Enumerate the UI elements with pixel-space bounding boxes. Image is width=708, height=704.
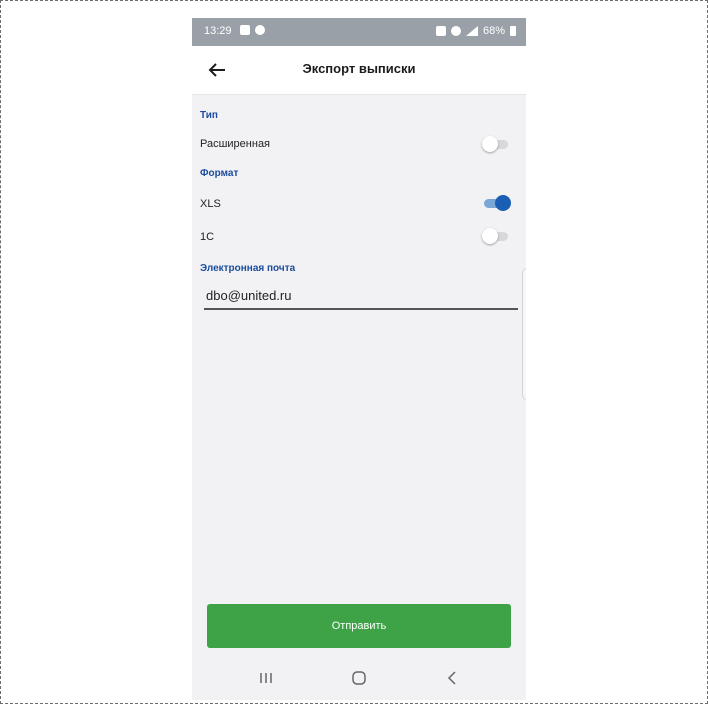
settings-icon: [255, 25, 265, 35]
email-section-label: Электронная почта: [200, 263, 296, 274]
battery-percent: 68%: [482, 25, 505, 37]
onec-toggle[interactable]: [482, 228, 510, 244]
alarm-icon: [435, 26, 446, 36]
signal-icon: [465, 26, 478, 36]
toggle-thumb: [482, 228, 498, 244]
email-input[interactable]: [204, 282, 518, 310]
extended-toggle[interactable]: [482, 136, 510, 152]
battery-icon: [510, 26, 516, 36]
bluetooth-icon: [450, 26, 461, 36]
send-button[interactable]: Отправить: [207, 604, 511, 648]
toggle-thumb: [495, 195, 511, 211]
format-section-label: Формат: [200, 168, 239, 179]
status-notification-icons: [240, 25, 265, 35]
status-system-icons: 68%: [435, 25, 516, 37]
gallery-icon: [240, 25, 250, 35]
status-time: 13:29: [204, 25, 232, 37]
nav-back-icon[interactable]: [440, 668, 464, 688]
side-panel-handle[interactable]: [522, 268, 526, 400]
recent-apps-icon[interactable]: [254, 668, 278, 688]
phone-screen: 13:29 68% Экспорт выписки Тип Расширенна…: [192, 18, 526, 700]
onec-label: 1С: [200, 231, 215, 243]
app-bar: Экспорт выписки: [192, 46, 526, 95]
page-title: Экспорт выписки: [302, 61, 416, 76]
xls-label: XLS: [200, 198, 221, 210]
status-bar: 13:29 68%: [192, 18, 526, 46]
toggle-thumb: [482, 136, 498, 152]
xls-toggle[interactable]: [482, 195, 511, 211]
home-icon[interactable]: [347, 668, 371, 688]
system-nav-bar: [192, 656, 526, 700]
type-section-label: Тип: [200, 110, 218, 121]
extended-label: Расширенная: [200, 138, 271, 150]
